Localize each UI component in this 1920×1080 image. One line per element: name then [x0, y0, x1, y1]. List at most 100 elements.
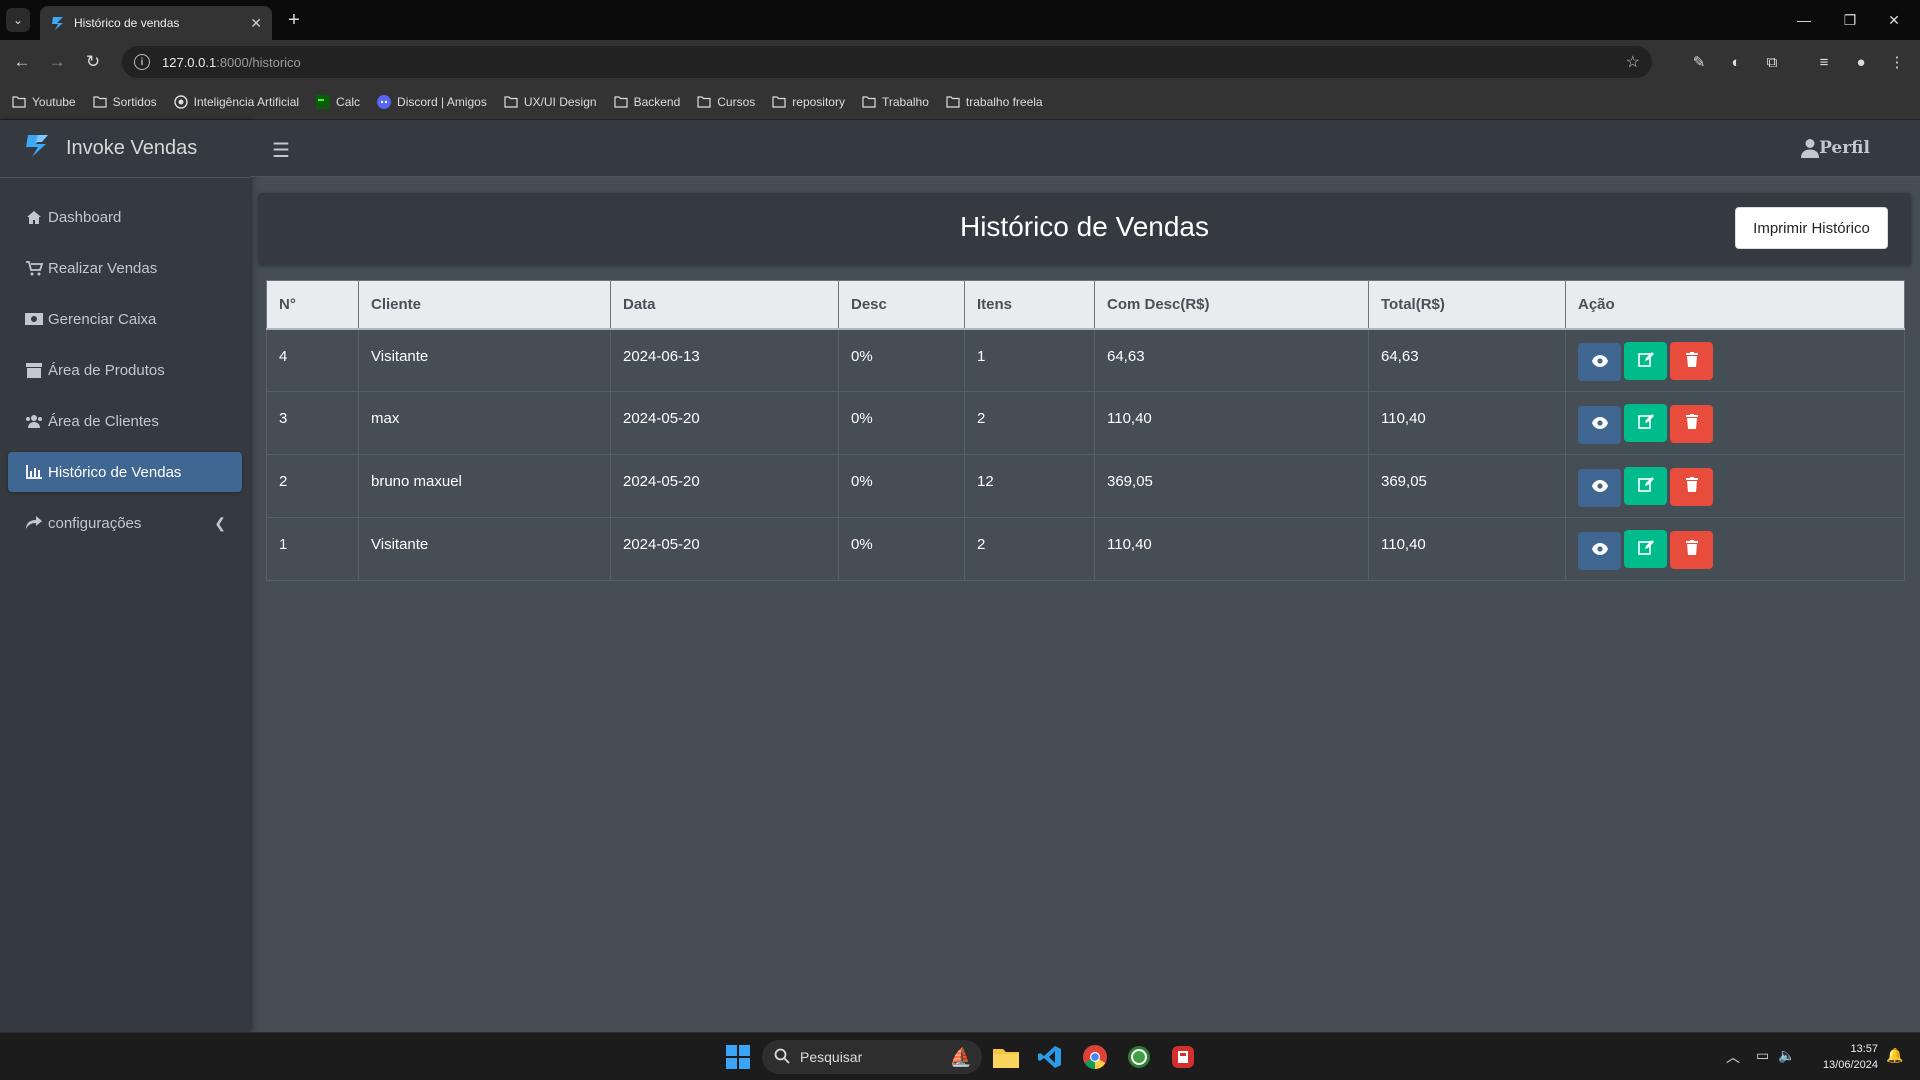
sidebar-item-share[interactable]: configurações ❮: [8, 503, 242, 543]
chart-icon: [24, 465, 44, 479]
browser-menu-icon[interactable]: ⋮: [1887, 52, 1907, 72]
tab-favicon-icon: [50, 15, 66, 31]
reload-button[interactable]: ↻: [81, 50, 105, 74]
volume-icon[interactable]: 🔈: [1778, 1047, 1795, 1064]
edit-sale-button[interactable]: [1624, 530, 1667, 568]
tab-close-icon[interactable]: ✕: [250, 15, 262, 32]
site-info-icon[interactable]: i: [134, 54, 150, 70]
chevron-left-icon: ❮: [214, 514, 226, 531]
sidebar-item-users[interactable]: Área de Clientes: [8, 401, 242, 441]
tab-search-button[interactable]: ⌄: [6, 8, 30, 32]
view-sale-button[interactable]: [1578, 343, 1621, 381]
browser-toolbar: ← → ↻ i 127.0.0.1:8000/historico ☆ ✎ ◐ ⧉…: [0, 40, 1920, 84]
bookmark-label: Calc: [336, 94, 361, 109]
cell-itens: 1: [964, 328, 1095, 392]
bookmark-item[interactable]: Backend: [613, 95, 680, 109]
sidebar-item-box[interactable]: Área de Produtos: [8, 350, 242, 390]
top-navbar: ☰ Perfil: [250, 120, 1920, 177]
print-history-button[interactable]: Imprimir Histórico: [1735, 207, 1888, 249]
bookmark-item[interactable]: UX/UI Design: [504, 95, 597, 109]
bookmark-item[interactable]: repository: [772, 95, 845, 109]
circle-extension-icon[interactable]: ◐: [1726, 52, 1746, 72]
delete-sale-button[interactable]: [1670, 467, 1713, 506]
network-icon[interactable]: ▭: [1756, 1047, 1769, 1064]
cell-desc: 0%: [838, 454, 965, 518]
cell-desc: 0%: [838, 391, 965, 455]
notification-bell-icon[interactable]: 🔔: [1886, 1047, 1903, 1064]
cell-n: 4: [266, 328, 359, 392]
tray-expand-icon[interactable]: ︿: [1726, 1047, 1740, 1067]
cell-data: 2024-05-20: [610, 454, 839, 518]
cell-total: 110,40: [1368, 517, 1566, 581]
delete-sale-button[interactable]: [1670, 530, 1713, 569]
users-icon: [24, 414, 44, 428]
red-app-icon[interactable]: [1169, 1043, 1197, 1071]
table-row: 1 Visitante 2024-05-20 0% 2 110,40 110,40: [266, 517, 1905, 581]
forward-button[interactable]: →: [45, 50, 69, 74]
puzzle-extension-icon[interactable]: ⧉: [1762, 52, 1782, 72]
vscode-icon[interactable]: [1036, 1043, 1064, 1071]
profile-avatar-icon[interactable]: ●: [1851, 52, 1871, 72]
cart-icon: [24, 260, 44, 276]
bookmark-item[interactable]: Trabalho: [862, 95, 929, 109]
file-explorer-icon[interactable]: [992, 1043, 1020, 1071]
edit-icon: [1637, 351, 1654, 371]
bookmark-item[interactable]: Discord | Amigos: [377, 94, 487, 109]
box-icon: [24, 362, 44, 378]
delete-sale-button[interactable]: [1670, 404, 1713, 443]
clock-date: 13/06/2024: [1822, 1059, 1878, 1071]
bookmark-item[interactable]: trabalho freela: [946, 95, 1043, 109]
sidebar-item-cart[interactable]: Realizar Vendas: [8, 248, 242, 288]
edit-sale-button[interactable]: [1624, 467, 1667, 505]
taskbar-clock[interactable]: 13:57 13/06/2024: [1823, 1041, 1878, 1073]
close-window-button[interactable]: ✕: [1874, 8, 1914, 32]
taskbar: Pesquisar ⛵ ︿ ▭ 🔈 13:57 13/06/2024 🔔: [0, 1032, 1920, 1080]
hamburger-menu-icon[interactable]: ☰: [272, 138, 290, 163]
column-header: N°: [266, 280, 359, 330]
sidebar-item-label: Gerenciar Caixa: [48, 310, 157, 328]
address-bar[interactable]: i 127.0.0.1:8000/historico ☆: [122, 46, 1652, 78]
view-sale-button[interactable]: [1578, 531, 1621, 570]
restore-button[interactable]: ❐: [1830, 8, 1870, 32]
folder-icon: [93, 95, 107, 108]
cell-actions: [1565, 391, 1905, 455]
bookmark-item[interactable]: Youtube: [12, 95, 76, 109]
trash-icon: [1685, 477, 1698, 496]
sidebar-item-home[interactable]: Dashboard: [8, 197, 242, 237]
bookmark-item[interactable]: Inteligência Artificial: [173, 95, 299, 109]
sales-history-table-container: N° Cliente Data Desc Itens Com Desc(R$) Total(…: [266, 280, 1905, 581]
trash-icon: [1685, 351, 1698, 371]
back-button[interactable]: ←: [10, 50, 34, 74]
taskbar-search[interactable]: Pesquisar ⛵: [762, 1040, 982, 1074]
sidebar-item-chart[interactable]: Histórico de Vendas: [8, 452, 242, 492]
view-sale-button[interactable]: [1578, 468, 1621, 507]
windows-start-icon[interactable]: [726, 1045, 750, 1074]
sidebar-item-label: configurações: [48, 514, 142, 532]
new-tab-button[interactable]: +: [282, 8, 306, 32]
chrome-icon[interactable]: [1081, 1043, 1109, 1071]
edit-sale-button[interactable]: [1624, 341, 1667, 380]
trash-icon: [1685, 414, 1698, 433]
bookmark-label: Cursos: [717, 94, 756, 109]
pen-extension-icon[interactable]: ✎: [1689, 52, 1709, 72]
profile-link[interactable]: Perfil: [1801, 138, 1870, 158]
bookmark-star-icon[interactable]: ☆: [1626, 52, 1640, 72]
minimize-button[interactable]: —: [1784, 8, 1824, 32]
view-sale-button[interactable]: [1578, 405, 1621, 444]
edit-icon: [1637, 539, 1654, 559]
delete-sale-button[interactable]: [1670, 342, 1713, 380]
browser-tab-bar: ⌄ Histórico de vendas ✕ + — ❐ ✕: [0, 0, 1920, 40]
bookmark-item[interactable]: Calc: [316, 94, 361, 109]
folder-icon: [504, 95, 518, 108]
media-icon[interactable]: ≡: [1814, 52, 1834, 72]
hs-app-icon[interactable]: [1125, 1043, 1153, 1071]
cell-desc: 0%: [838, 517, 965, 581]
browser-tab-active[interactable]: Histórico de vendas ✕: [40, 6, 272, 40]
cell-total: 64,63: [1368, 328, 1566, 392]
edit-sale-button[interactable]: [1624, 404, 1667, 442]
bookmark-item[interactable]: Cursos: [697, 95, 755, 109]
brand-link[interactable]: Invoke Vendas: [0, 120, 250, 178]
folder-icon: [946, 95, 960, 108]
sidebar-item-money[interactable]: Gerenciar Caixa: [8, 299, 242, 339]
bookmark-item[interactable]: Sortidos: [93, 95, 157, 109]
